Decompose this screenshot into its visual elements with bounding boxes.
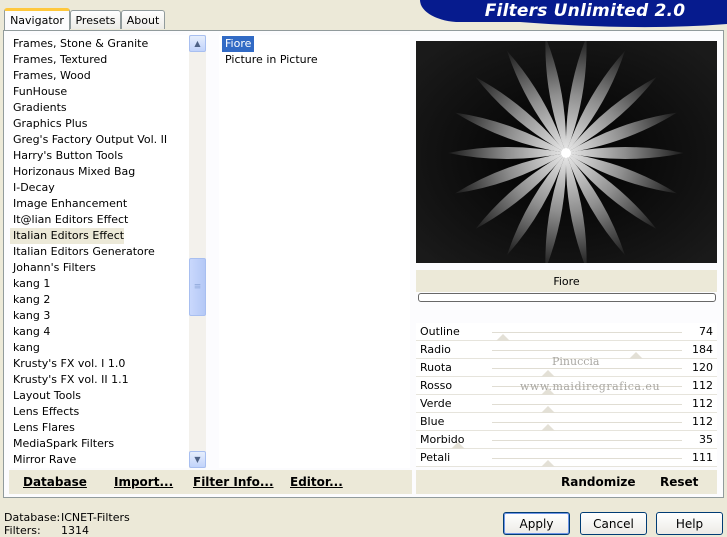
- filter-item-label: Fiore: [222, 36, 255, 52]
- scrollbar-thumb[interactable]: ≡: [189, 258, 206, 316]
- parameter-sliders: Outline 74 Radio 184 Ruota 120 Rosso 112 Verde 11…: [416, 323, 717, 467]
- category-item[interactable]: Greg's Factory Output Vol. II: [10, 132, 167, 148]
- filter-preview-image: [416, 41, 717, 263]
- slider-track[interactable]: [492, 350, 682, 351]
- param-value: 184: [692, 343, 713, 356]
- slider-handle[interactable]: [629, 352, 643, 359]
- category-item[interactable]: Gradients: [10, 100, 67, 116]
- param-row-morbido[interactable]: Morbido 35: [416, 431, 717, 449]
- slider-track[interactable]: [492, 458, 682, 459]
- scroll-up-icon[interactable]: ▲: [189, 35, 206, 52]
- category-scrollbar[interactable]: ▲ ≡ ▼: [189, 35, 206, 468]
- slider-handle[interactable]: [496, 334, 510, 341]
- filters-count: 1314: [61, 524, 89, 537]
- watermark-name: Pinuccia: [552, 355, 600, 368]
- param-label: Outline: [420, 325, 460, 338]
- banner-swoosh: [520, 22, 727, 28]
- param-value: 74: [699, 325, 713, 338]
- filter-item[interactable]: Fiore: [222, 36, 255, 52]
- database-value: ICNET-Filters: [61, 511, 130, 524]
- category-item[interactable]: MediaSpark Filters: [10, 436, 114, 452]
- param-row-petali[interactable]: Petali 111: [416, 449, 717, 467]
- param-label: Radio: [420, 343, 451, 356]
- database-label: Database:: [4, 511, 61, 524]
- help-button[interactable]: Help: [656, 512, 723, 535]
- database-button[interactable]: Database: [23, 475, 87, 489]
- slider-track[interactable]: [492, 368, 682, 369]
- selected-filter-name: Fiore: [416, 270, 717, 292]
- param-row-blue[interactable]: Blue 112: [416, 413, 717, 431]
- category-item[interactable]: kang: [10, 340, 40, 356]
- tab-presets[interactable]: Presets: [70, 10, 121, 29]
- right-button-bar: Randomize Reset: [416, 470, 717, 494]
- category-item[interactable]: Johann's Filters: [10, 260, 96, 276]
- category-item[interactable]: kang 2: [10, 292, 50, 308]
- apply-button[interactable]: Apply: [503, 512, 570, 535]
- category-item[interactable]: Frames, Textured: [10, 52, 107, 68]
- category-list[interactable]: Frames, Stone & Granite Frames, Textured F…: [10, 35, 190, 468]
- slider-handle[interactable]: [541, 406, 555, 413]
- filter-info-button[interactable]: Filter Info...: [193, 475, 274, 489]
- category-item[interactable]: Lens Effects: [10, 404, 79, 420]
- category-item[interactable]: Italian Editors Generatore: [10, 244, 155, 260]
- param-value: 112: [692, 397, 713, 410]
- slider-track[interactable]: [492, 404, 682, 405]
- category-item[interactable]: Krusty's FX vol. I 1.0: [10, 356, 125, 372]
- import-button[interactable]: Import...: [114, 475, 173, 489]
- slider-track[interactable]: [492, 332, 682, 333]
- cancel-button[interactable]: Cancel: [580, 512, 647, 535]
- filter-list[interactable]: Fiore Picture in Picture: [219, 35, 410, 468]
- category-item[interactable]: Graphics Plus: [10, 116, 87, 132]
- param-row-outline[interactable]: Outline 74: [416, 323, 717, 341]
- slider-handle[interactable]: [541, 424, 555, 431]
- scroll-down-icon[interactable]: ▼: [189, 451, 206, 468]
- param-value: 111: [692, 451, 713, 464]
- param-label: Blue: [420, 415, 445, 428]
- param-value: 120: [692, 361, 713, 374]
- filter-item[interactable]: Picture in Picture: [222, 52, 318, 68]
- category-item[interactable]: Harry's Button Tools: [10, 148, 123, 164]
- category-item[interactable]: Mirror Rave: [10, 452, 76, 468]
- slider-handle[interactable]: [541, 370, 555, 377]
- reset-button[interactable]: Reset: [660, 475, 698, 489]
- left-button-bar: Database Import... Filter Info... Editor…: [9, 470, 412, 494]
- randomize-button[interactable]: Randomize: [561, 475, 635, 489]
- param-label: Rosso: [420, 379, 453, 392]
- param-label: Verde: [420, 397, 452, 410]
- category-item[interactable]: Horizonaus Mixed Bag: [10, 164, 135, 180]
- watermark-url: www.maidiregrafica.eu: [520, 380, 661, 393]
- param-value: 112: [692, 379, 713, 392]
- param-value: 112: [692, 415, 713, 428]
- category-item[interactable]: kang 1: [10, 276, 50, 292]
- category-item[interactable]: I-Decay: [10, 180, 55, 196]
- app-title: Filters Unlimited 2.0: [484, 1, 686, 21]
- category-item[interactable]: Krusty's FX vol. II 1.1: [10, 372, 129, 388]
- category-item[interactable]: It@lian Editors Effect: [10, 212, 128, 228]
- slider-track[interactable]: [492, 440, 682, 441]
- slider-track[interactable]: [492, 422, 682, 423]
- category-item[interactable]: kang 3: [10, 308, 50, 324]
- category-item[interactable]: Italian Editors Effect: [10, 228, 125, 244]
- category-item[interactable]: Frames, Stone & Granite: [10, 36, 148, 52]
- category-item[interactable]: kang 4: [10, 324, 50, 340]
- filters-label: Filters:: [4, 524, 41, 537]
- progress-bar: [418, 293, 716, 302]
- flower-preview: [416, 41, 717, 263]
- category-item[interactable]: Frames, Wood: [10, 68, 91, 84]
- category-item[interactable]: FunHouse: [10, 84, 67, 100]
- param-label: Morbido: [420, 433, 465, 446]
- param-label: Ruota: [420, 361, 452, 374]
- category-item[interactable]: Lens Flares: [10, 420, 75, 436]
- tab-navigator[interactable]: Navigator: [4, 8, 70, 30]
- slider-handle[interactable]: [541, 460, 555, 467]
- category-item[interactable]: Image Enhancement: [10, 196, 127, 212]
- category-item[interactable]: Layout Tools: [10, 388, 81, 404]
- param-row-verde[interactable]: Verde 112: [416, 395, 717, 413]
- editor-button[interactable]: Editor...: [290, 475, 343, 489]
- param-label: Petali: [420, 451, 451, 464]
- param-value: 35: [699, 433, 713, 446]
- tab-about[interactable]: About: [121, 10, 165, 29]
